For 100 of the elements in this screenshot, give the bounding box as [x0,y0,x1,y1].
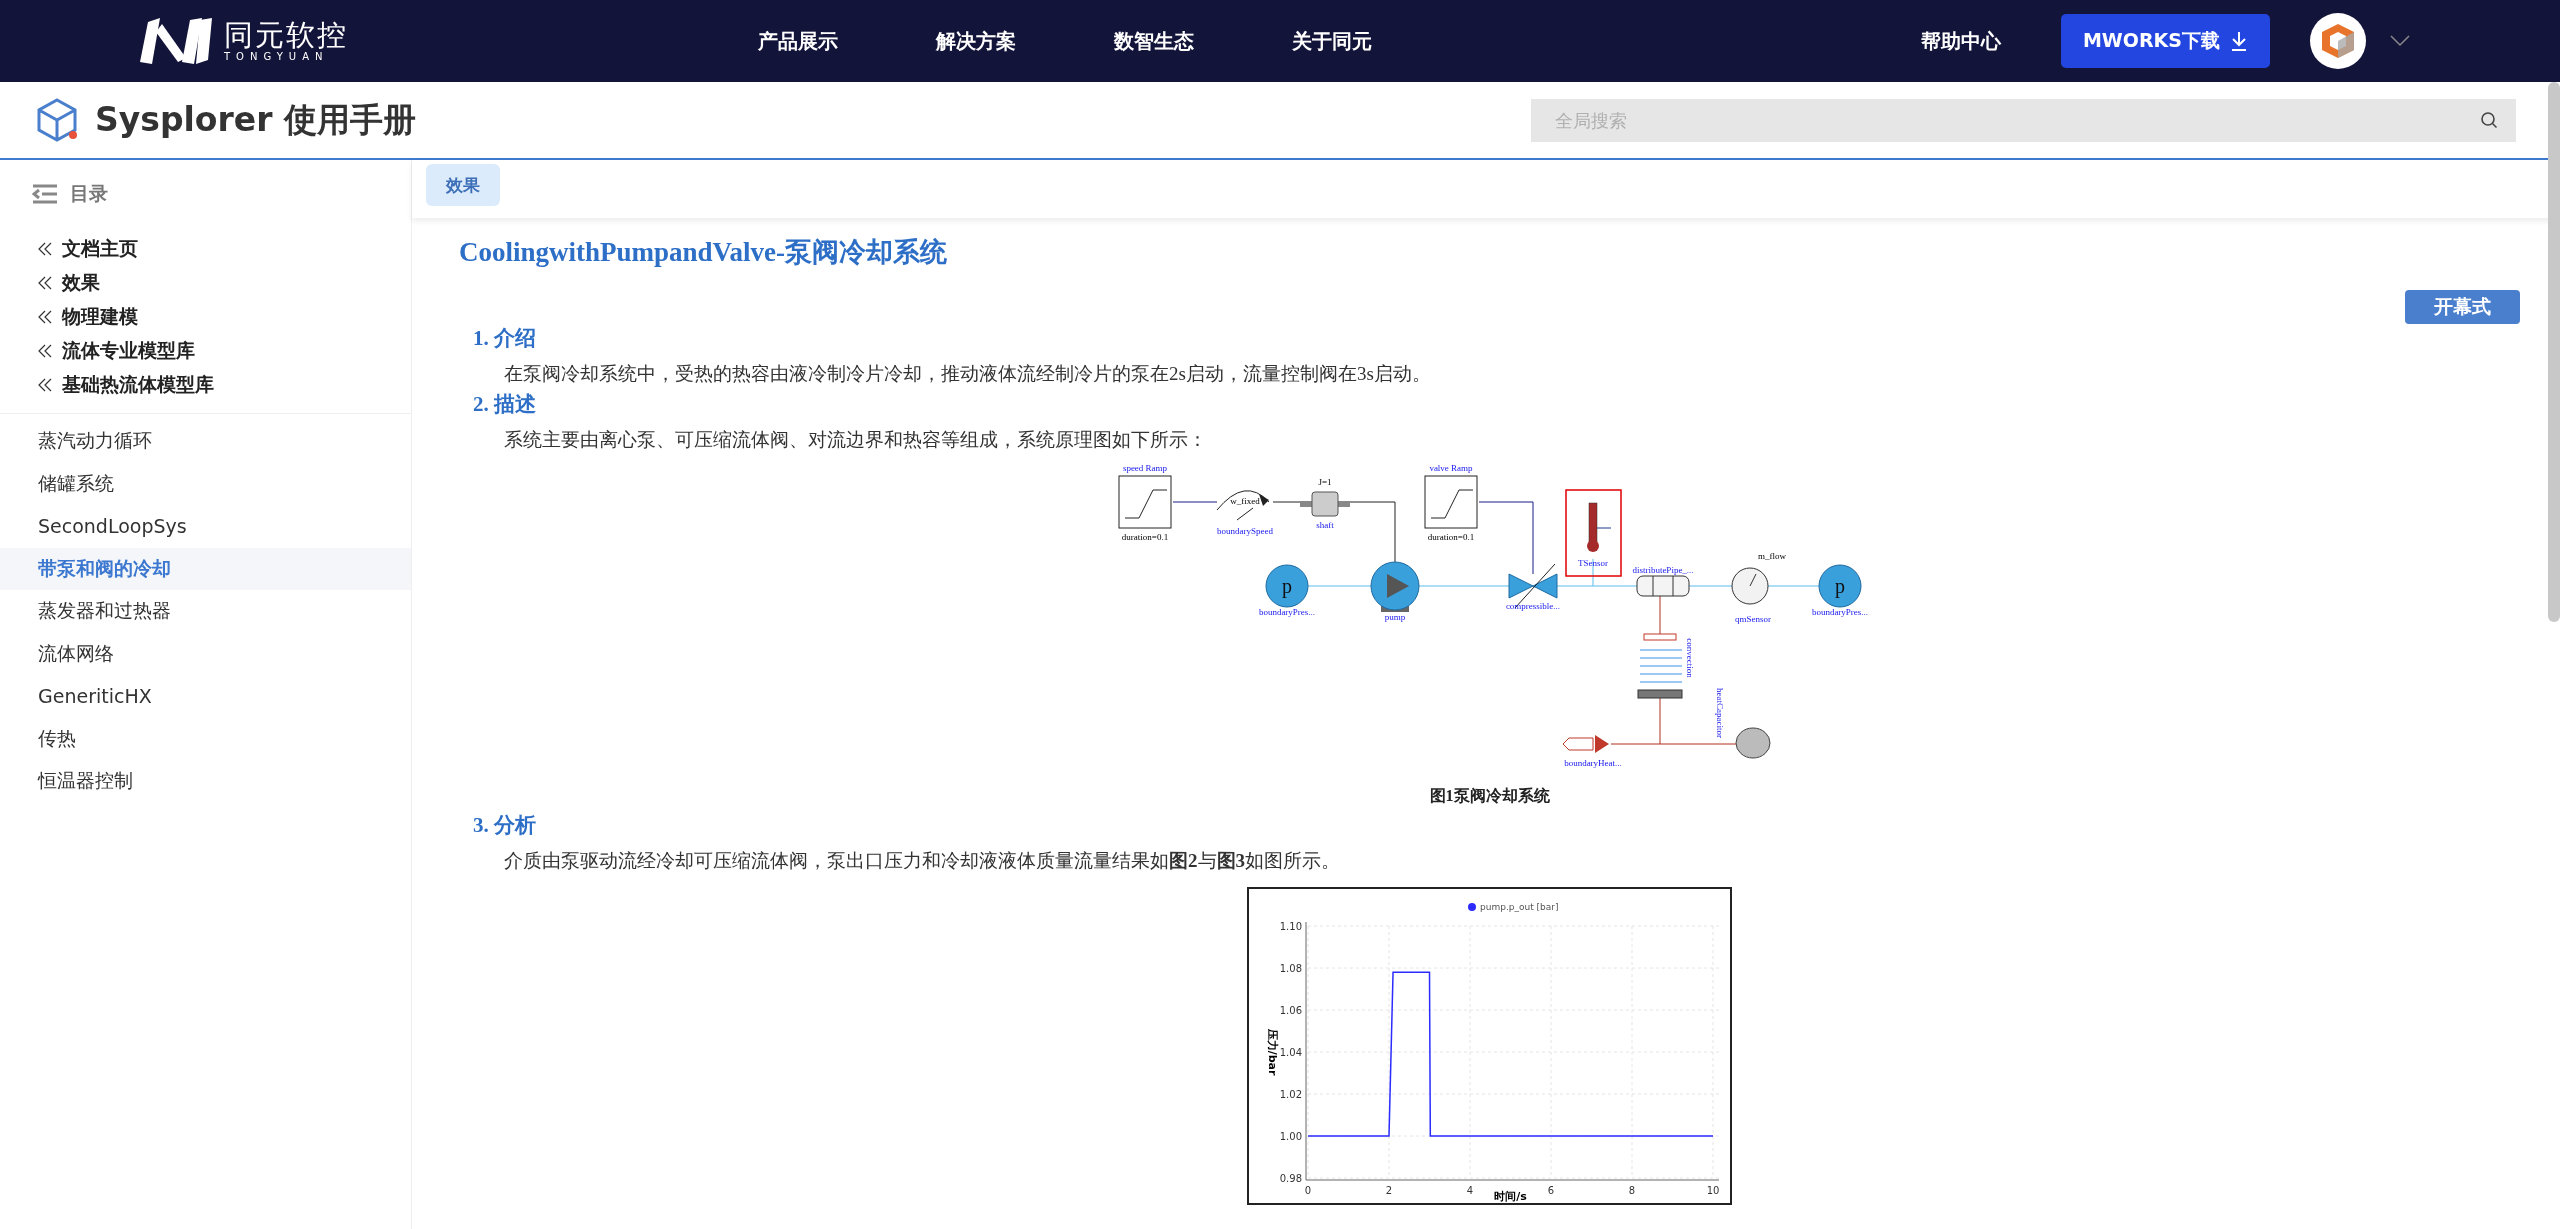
logo-text: 同元软控 [224,19,348,52]
flow-sensor-drawing [1731,567,1768,605]
y-tick-label: 1.00 [1279,1131,1302,1142]
diagram-parameter: duration=0.1 [1427,532,1474,542]
breadcrumb-link[interactable]: 文档主页 [38,234,411,263]
breadcrumb-link[interactable]: 效果 [38,268,411,297]
diagram-label: boundaryPres... [1811,607,1868,617]
section-heading: 2. 描述 [473,391,537,418]
breadcrumb-link[interactable]: 基础热流体模型库 [38,370,411,399]
connection-line [1349,501,1395,563]
double-chevron-icon [38,309,52,324]
side-button[interactable]: 开幕式 [2405,290,2520,324]
sidebar-item[interactable]: SecondLoopSys [0,505,411,548]
x-tick-label: 0 [1304,1185,1312,1196]
diagram-label: shaft [1315,520,1334,530]
connection-line [1272,501,1300,503]
sidebar-item[interactable]: 蒸汽动力循环 [0,420,411,463]
x-tick-label: 8 [1628,1185,1636,1196]
double-chevron-icon [38,343,52,358]
y-tick-label: 1.04 [1279,1047,1302,1058]
tab[interactable]: 效果 [426,164,500,206]
breadcrumb-label: 效果 [62,269,100,295]
nav-link[interactable]: 解决方案 [936,27,1016,55]
pressure-boundary-drawing [1818,564,1861,608]
search-icon[interactable] [2480,110,2498,129]
diagram-label: speed Ramp [1122,463,1167,473]
download-button[interactable]: MWORKS下载 [2060,14,2270,68]
sidebar-item[interactable]: 带泵和阀的冷却 [0,547,411,590]
x-tick-label: 4 [1466,1185,1474,1196]
nav-link[interactable]: 数智生态 [1114,27,1194,55]
breadcrumb-label: 文档主页 [62,235,138,261]
y-tick-label: 1.06 [1279,1005,1302,1016]
sidebar-item[interactable]: 传热 [0,717,411,760]
diagram-label: TSensor [1577,558,1608,568]
y-tick-label: 1.02 [1279,1089,1302,1100]
logo-subtext: TONGYUAN [224,51,330,63]
diagram-parameter: duration=0.1 [1121,532,1168,542]
double-chevron-icon [38,275,52,290]
y-tick-label: 1.10 [1279,921,1302,932]
heat-source-drawing [1562,735,1609,753]
breadcrumb-link[interactable]: 流体专业模型库 [38,336,411,365]
connection-line [1172,501,1217,503]
connection-line [1767,585,1819,587]
diagram-label: distributePipe_... [1631,565,1694,575]
shaft-drawing [1299,491,1350,517]
nav-link[interactable]: 产品展示 [758,27,838,55]
outline-menu-icon[interactable] [32,184,58,204]
ramp-block-drawing [1424,475,1477,529]
convection-drawing [1637,633,1682,699]
connection-line [1688,585,1732,587]
article-title: CoolingwithPumpandValve-泵阀冷却系统 [459,236,949,269]
speed-source-drawing [1216,490,1269,521]
sidebar-item[interactable]: 储罐系统 [0,462,411,505]
figure-caption: 图1泵阀冷却系统 [1429,786,1550,806]
breadcrumb-label: 基础热流体模型库 [62,371,214,397]
pipe-drawing [1636,575,1689,597]
section-paragraph: 介质由泵驱动流经冷却可压缩流体阀，泵出口压力和冷却液液体质量流量结果如图2与图3如图所示。 [504,849,1341,873]
diagram-label: qmSensor [1734,614,1771,624]
double-chevron-icon [38,241,52,256]
nav-link[interactable]: 关于同元 [1292,27,1372,55]
x-tick-label: 2 [1385,1185,1393,1196]
cube-icon [35,97,79,143]
diagram-label: boundarySpeed [1216,526,1273,536]
heat-capacitor-drawing [1735,727,1770,759]
scrollbar[interactable] [2548,82,2560,622]
breadcrumb-link[interactable]: 物理建模 [38,302,411,331]
x-axis-title: 时间/s [1494,1190,1527,1203]
page-title: Sysplorer 使用手册 [95,98,416,141]
breadcrumb-label: 物理建模 [62,303,138,329]
diagram-label: valve Ramp [1428,463,1473,473]
breadcrumb-label: 流体专业模型库 [62,337,195,363]
chevron-down-icon[interactable] [2390,35,2410,47]
diagram-label: boundaryPres... [1258,607,1315,617]
y-tick-label: 1.08 [1279,963,1302,974]
sidebar-item[interactable]: 恒温器控制 [0,760,411,803]
section-heading: 3. 分析 [473,812,537,839]
diagram-label: heatCapacitor [1714,688,1725,738]
x-tick-label: 6 [1547,1185,1555,1196]
double-chevron-icon [38,377,52,392]
sidebar-item[interactable]: 流体网络 [0,632,411,675]
pressure-boundary-drawing [1265,564,1308,608]
pump-drawing [1370,561,1419,612]
logo-mark-icon [138,16,214,66]
section-paragraph: 系统主要由离心泵、可压缩流体阀、对流边界和热容等组成，系统原理图如下所示： [504,428,1208,452]
sidebar-item[interactable]: GeneriticHX [0,675,411,718]
diagram-parameter: m_flow [1757,551,1786,561]
legend-label: pump.p_out [bar] [1480,902,1559,912]
section-paragraph: 在泵阀冷却系统中，受热的热容由液冷制冷片冷却，推动液体流经制冷片的泵在2s启动，流量控制阀在3s启动。 [504,362,1432,386]
diagram-symbol: p [1834,575,1845,597]
help-link[interactable]: 帮助中心 [1920,27,2001,55]
sidebar-title: 目录 [70,181,108,206]
user-avatar[interactable] [2310,13,2366,69]
download-icon [2230,31,2248,51]
diagram-label: compressible... [1505,601,1560,611]
diagram-label: convection [1684,638,1695,678]
sidebar-item[interactable]: 蒸发器和过热器 [0,590,411,633]
diagram-parameter: J=1 [1317,477,1332,487]
diagram-parameter: w_fixed [1229,496,1260,506]
x-tick-label: 10 [1706,1185,1720,1196]
diagram-label: pump [1384,612,1405,622]
